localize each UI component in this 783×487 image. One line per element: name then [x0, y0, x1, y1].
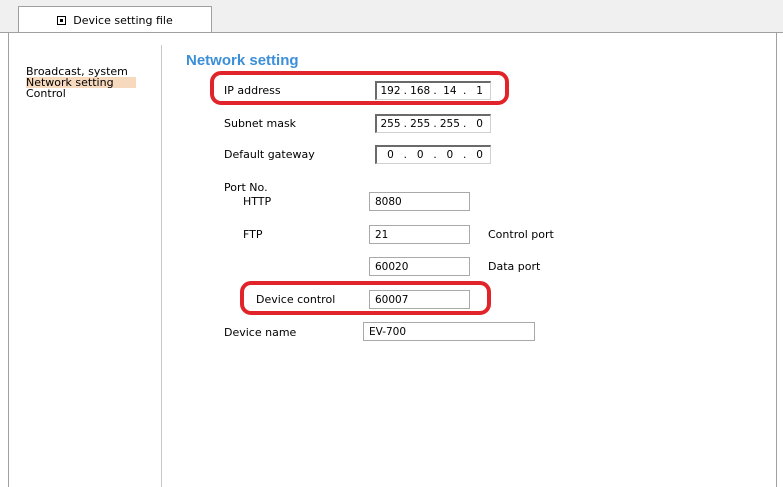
ip-octet-1: 192	[380, 85, 401, 97]
sidebar-item-control[interactable]: Control	[26, 88, 136, 99]
gateway-octet-3: 0	[446, 149, 454, 161]
tab-bar-border	[0, 32, 783, 33]
default-gateway-label: Default gateway	[224, 148, 315, 161]
ftp-label: FTP	[243, 228, 263, 241]
tab-bar: Device setting file	[0, 0, 783, 33]
frame-border-right	[776, 33, 777, 487]
ip-octet-4: 1	[476, 85, 483, 97]
frame-border-left	[8, 33, 9, 487]
device-control-port-input[interactable]: 60007	[369, 290, 470, 309]
gateway-octet-1: 0	[387, 149, 394, 161]
subnet-octet-1: 255	[380, 118, 401, 130]
ftp-data-port-input[interactable]: 60020	[369, 257, 470, 276]
subnet-octet-2: 255	[410, 118, 431, 130]
ip-address-label: IP address	[224, 84, 281, 97]
ip-address-field[interactable]: 192. 168. 14. 1	[375, 81, 491, 100]
tab-label: Device setting file	[73, 13, 173, 27]
data-port-label: Data port	[488, 260, 541, 273]
ip-octet-2: 168	[410, 85, 431, 97]
ftp-control-port-input[interactable]: 21	[369, 225, 470, 244]
gateway-octet-4: 0	[476, 149, 483, 161]
subnet-octet-4: 0	[476, 118, 483, 130]
device-control-label: Device control	[256, 293, 336, 306]
http-label: HTTP	[243, 195, 272, 208]
sidebar-divider	[161, 45, 162, 487]
ip-octet-3: 14	[443, 85, 457, 97]
document-settings-icon	[57, 15, 67, 25]
control-port-label: Control port	[488, 228, 554, 241]
sidebar-nav: Broadcast, system Network setting Contro…	[26, 66, 136, 99]
subnet-octet-3: 255	[439, 118, 460, 130]
tab-device-setting-file[interactable]: Device setting file	[18, 6, 212, 33]
http-port-input[interactable]: 8080	[369, 192, 470, 211]
gateway-octet-2: 0	[416, 149, 424, 161]
subnet-mask-field[interactable]: 255. 255. 255. 0	[375, 114, 491, 133]
page-title: Network setting	[186, 52, 299, 69]
port-no-label: Port No.	[224, 181, 268, 194]
device-name-label: Device name	[224, 326, 297, 339]
subnet-mask-label: Subnet mask	[224, 117, 297, 130]
device-name-input[interactable]: EV-700	[363, 322, 535, 341]
default-gateway-field[interactable]: 0.0.0.0	[375, 145, 491, 164]
